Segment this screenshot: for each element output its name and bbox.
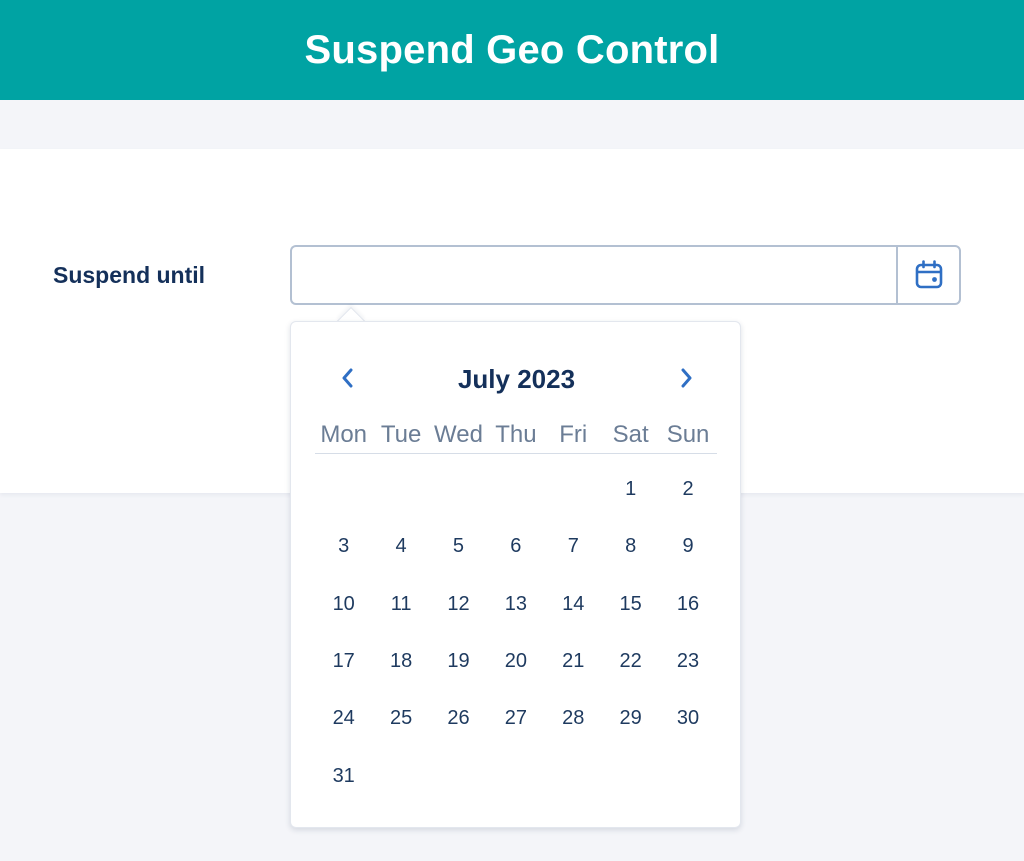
weekday-sat: Sat (612, 421, 649, 448)
page-header: Suspend Geo Control (0, 0, 1024, 100)
day-cell-20[interactable]: 20 (487, 633, 544, 690)
day-cell-6[interactable]: 6 (487, 518, 544, 575)
day-cell-19[interactable]: 19 (430, 633, 487, 690)
day-cell-9[interactable]: 9 (659, 518, 716, 575)
day-cell-28[interactable]: 28 (545, 690, 602, 747)
day-cell-empty (430, 461, 487, 518)
day-cell-24[interactable]: 24 (315, 690, 372, 747)
day-cell-29[interactable]: 29 (602, 690, 659, 747)
day-cell-15[interactable]: 15 (602, 576, 659, 633)
day-cell-empty (487, 461, 544, 518)
day-cell-2[interactable]: 2 (659, 461, 716, 518)
weekday-fri: Fri (559, 421, 588, 448)
day-cell-8[interactable]: 8 (602, 518, 659, 575)
day-cell-12[interactable]: 12 (430, 576, 487, 633)
day-cell-empty (372, 461, 429, 518)
day-cell-16[interactable]: 16 (659, 576, 716, 633)
day-cell-5[interactable]: 5 (430, 518, 487, 575)
day-cell-3[interactable]: 3 (315, 518, 372, 575)
day-cell-14[interactable]: 14 (545, 576, 602, 633)
weekday-header-row: Mon Tue Wed Thu Fri Sat Sun (315, 418, 717, 454)
open-calendar-button[interactable] (896, 245, 961, 305)
weekday-tue: Tue (380, 421, 422, 448)
chevron-right-icon (681, 368, 692, 388)
day-cell-27[interactable]: 27 (487, 690, 544, 747)
day-cell-4[interactable]: 4 (372, 518, 429, 575)
suspend-until-date-input[interactable] (290, 245, 897, 305)
weekday-wed: Wed (434, 421, 483, 448)
weekday-sun: Sun (666, 421, 710, 448)
day-cell-empty (545, 461, 602, 518)
day-cell-1[interactable]: 1 (602, 461, 659, 518)
day-cell-18[interactable]: 18 (372, 633, 429, 690)
day-cell-17[interactable]: 17 (315, 633, 372, 690)
page-title: Suspend Geo Control (304, 27, 720, 72)
day-cell-11[interactable]: 11 (372, 576, 429, 633)
weekday-mon: Mon (320, 421, 368, 448)
day-cell-7[interactable]: 7 (545, 518, 602, 575)
weekday-thu: Thu (495, 421, 537, 448)
day-cell-22[interactable]: 22 (602, 633, 659, 690)
day-grid: 1 2 3 4 5 6 7 8 9 10 11 12 13 14 15 16 17 18 19 20 21 22 23 24 2… (315, 461, 717, 805)
day-cell-23[interactable]: 23 (659, 633, 716, 690)
day-cell-21[interactable]: 21 (545, 633, 602, 690)
day-cell-13[interactable]: 13 (487, 576, 544, 633)
next-month-button[interactable] (668, 360, 704, 396)
datepicker-popup: July 2023 Mon Tue Wed Thu Fri Sat Sun 12… (290, 321, 741, 828)
day-cell-25[interactable]: 25 (372, 690, 429, 747)
day-cell-26[interactable]: 26 (430, 690, 487, 747)
suspend-until-label: Suspend until (53, 262, 206, 288)
calendar-icon (915, 260, 942, 289)
day-cell-empty (315, 461, 372, 518)
day-cell-10[interactable]: 10 (315, 576, 372, 633)
day-cell-31[interactable]: 31 (315, 747, 372, 804)
day-cell-30[interactable]: 30 (659, 690, 716, 747)
